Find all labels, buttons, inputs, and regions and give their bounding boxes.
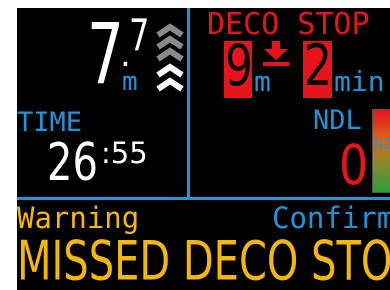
tissue-label: N2 bbox=[374, 135, 390, 153]
stop-time-value: 2 bbox=[304, 32, 332, 100]
alert-message: MISSED DECO STOP bbox=[17, 230, 390, 290]
dive-computer-screen: 7 . 7 m TIME 26 :55 DECO STOP 9 m 2 min bbox=[17, 8, 390, 290]
depth-decimal: 7 bbox=[129, 9, 150, 62]
down-arrow-icon bbox=[263, 41, 289, 66]
time-label: TIME bbox=[17, 107, 83, 138]
ndl-value: 0 bbox=[339, 132, 369, 197]
depth-unit: m bbox=[122, 67, 138, 97]
ndl-label: NDL bbox=[313, 105, 362, 136]
vertical-divider bbox=[187, 8, 190, 199]
ascent-rate-icon bbox=[156, 23, 184, 92]
stop-time-unit: min bbox=[334, 65, 385, 98]
time-minutes: 26 bbox=[47, 133, 98, 193]
horizontal-divider bbox=[17, 197, 390, 200]
stop-depth-value: 9 bbox=[225, 32, 253, 100]
stop-depth-unit: m bbox=[254, 65, 271, 98]
alert-type: Warning bbox=[17, 201, 140, 235]
confirm-button[interactable]: Confirm bbox=[272, 204, 390, 233]
depth-whole: 7 bbox=[87, 8, 124, 104]
time-seconds: :55 bbox=[101, 136, 148, 170]
